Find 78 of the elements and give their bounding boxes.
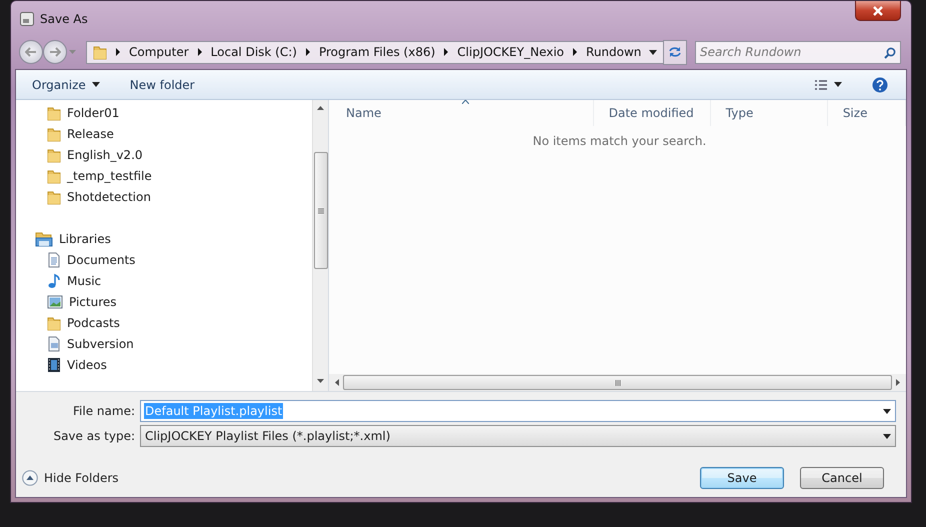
left-arrow-icon — [335, 379, 339, 386]
navigation-item[interactable]: _temp_testfile — [47, 165, 156, 186]
caret-icon — [883, 434, 891, 438]
dropdown-caret-icon — [649, 50, 658, 54]
help-icon — [872, 76, 888, 92]
address-bar[interactable]: Computer Local Disk (C:) Program Files (x86) ClipJOCKEY_Nexio Rundown — [86, 40, 664, 64]
grip-icon — [614, 380, 620, 386]
film-strip-icon — [47, 356, 61, 372]
chevron-icon — [196, 48, 203, 56]
folder-icon — [93, 44, 107, 60]
navigation-item[interactable]: Folder01 — [47, 102, 124, 123]
breadcrumb-item[interactable]: Computer — [129, 45, 189, 59]
breadcrumb-item[interactable]: Program Files (x86) — [318, 45, 436, 59]
breadcrumb-item[interactable]: Rundown — [586, 45, 642, 59]
column-header[interactable]: Name — [331, 100, 594, 126]
navigation-item[interactable]: Shotdetection — [47, 186, 155, 207]
grip-icon — [318, 208, 324, 214]
chevron-icon — [572, 48, 578, 56]
music-note-icon — [47, 272, 61, 288]
field-label: Save as type: — [52, 429, 136, 443]
dialog-button[interactable]: Save — [700, 467, 784, 489]
close-button[interactable] — [855, 1, 901, 21]
column-header[interactable]: Type — [710, 100, 828, 126]
search-field[interactable]: Search Rundown — [695, 40, 901, 64]
refresh-button[interactable] — [663, 40, 687, 64]
chevron-icon — [115, 48, 121, 56]
picture-icon — [47, 294, 63, 310]
search-icon — [884, 46, 896, 58]
scrollbar[interactable] — [312, 100, 328, 391]
caret-icon — [834, 82, 842, 87]
right-arrow-icon — [49, 47, 61, 57]
column-header[interactable]: Date modified — [594, 100, 711, 126]
navigation-item[interactable]: Libraries — [35, 228, 115, 249]
navigation-item[interactable]: Podcasts — [47, 312, 124, 333]
breadcrumb-item[interactable]: ClipJOCKEY_Nexio — [457, 45, 564, 59]
window-title: Save As — [40, 12, 88, 26]
navigation-item[interactable]: Music — [47, 270, 106, 291]
folder-icon — [47, 146, 61, 162]
navigation-item[interactable]: Videos — [47, 354, 111, 375]
right-arrow-icon — [896, 379, 900, 386]
navigation-item[interactable]: Documents — [47, 249, 140, 270]
scrollbar[interactable] — [329, 374, 906, 391]
history-button[interactable] — [67, 50, 78, 54]
file-type-dropdown[interactable]: ClipJOCKEY Playlist Files (*.playlist;*.xml) — [140, 425, 896, 447]
up-arrow-icon — [317, 106, 324, 110]
hide-folders-button[interactable]: Hide Folders — [20, 468, 121, 488]
forward-button[interactable] — [43, 40, 67, 64]
folder-icon — [47, 104, 61, 120]
window-icon — [20, 12, 34, 26]
caret-icon — [883, 408, 891, 414]
document-icon — [47, 252, 61, 268]
caret-icon — [69, 50, 76, 54]
menu-button[interactable]: Organize — [24, 74, 108, 94]
dialog-button[interactable]: Cancel — [800, 467, 884, 489]
navigation-item[interactable]: Subversion — [47, 333, 138, 354]
column-header[interactable]: Size — [828, 100, 906, 126]
left-arrow-icon — [25, 47, 37, 57]
empty-message: No items match your search. — [532, 134, 706, 148]
caret-icon — [92, 82, 100, 87]
toolbar-button[interactable]: New folder — [122, 74, 203, 94]
library-icon — [35, 230, 53, 246]
folder-icon — [47, 168, 61, 184]
refresh-arrows-icon — [668, 46, 682, 58]
navigation-item[interactable]: Pictures — [47, 291, 121, 312]
chevron-icon — [304, 48, 311, 56]
folder-icon — [47, 314, 61, 330]
back-button[interactable] — [19, 40, 43, 64]
down-arrow-icon — [317, 379, 324, 383]
chevron-icon — [443, 48, 450, 56]
folder-icon — [47, 126, 61, 142]
field-label: File name: — [72, 404, 136, 418]
list-view-icon — [814, 78, 828, 90]
document-icon — [47, 336, 61, 352]
navigation-item[interactable]: Release — [47, 123, 118, 144]
close-icon — [872, 6, 884, 16]
folder-icon — [47, 188, 61, 204]
breadcrumb-item[interactable]: Local Disk (C:) — [210, 45, 297, 59]
navigation-item[interactable]: English_v2.0 — [47, 144, 147, 165]
